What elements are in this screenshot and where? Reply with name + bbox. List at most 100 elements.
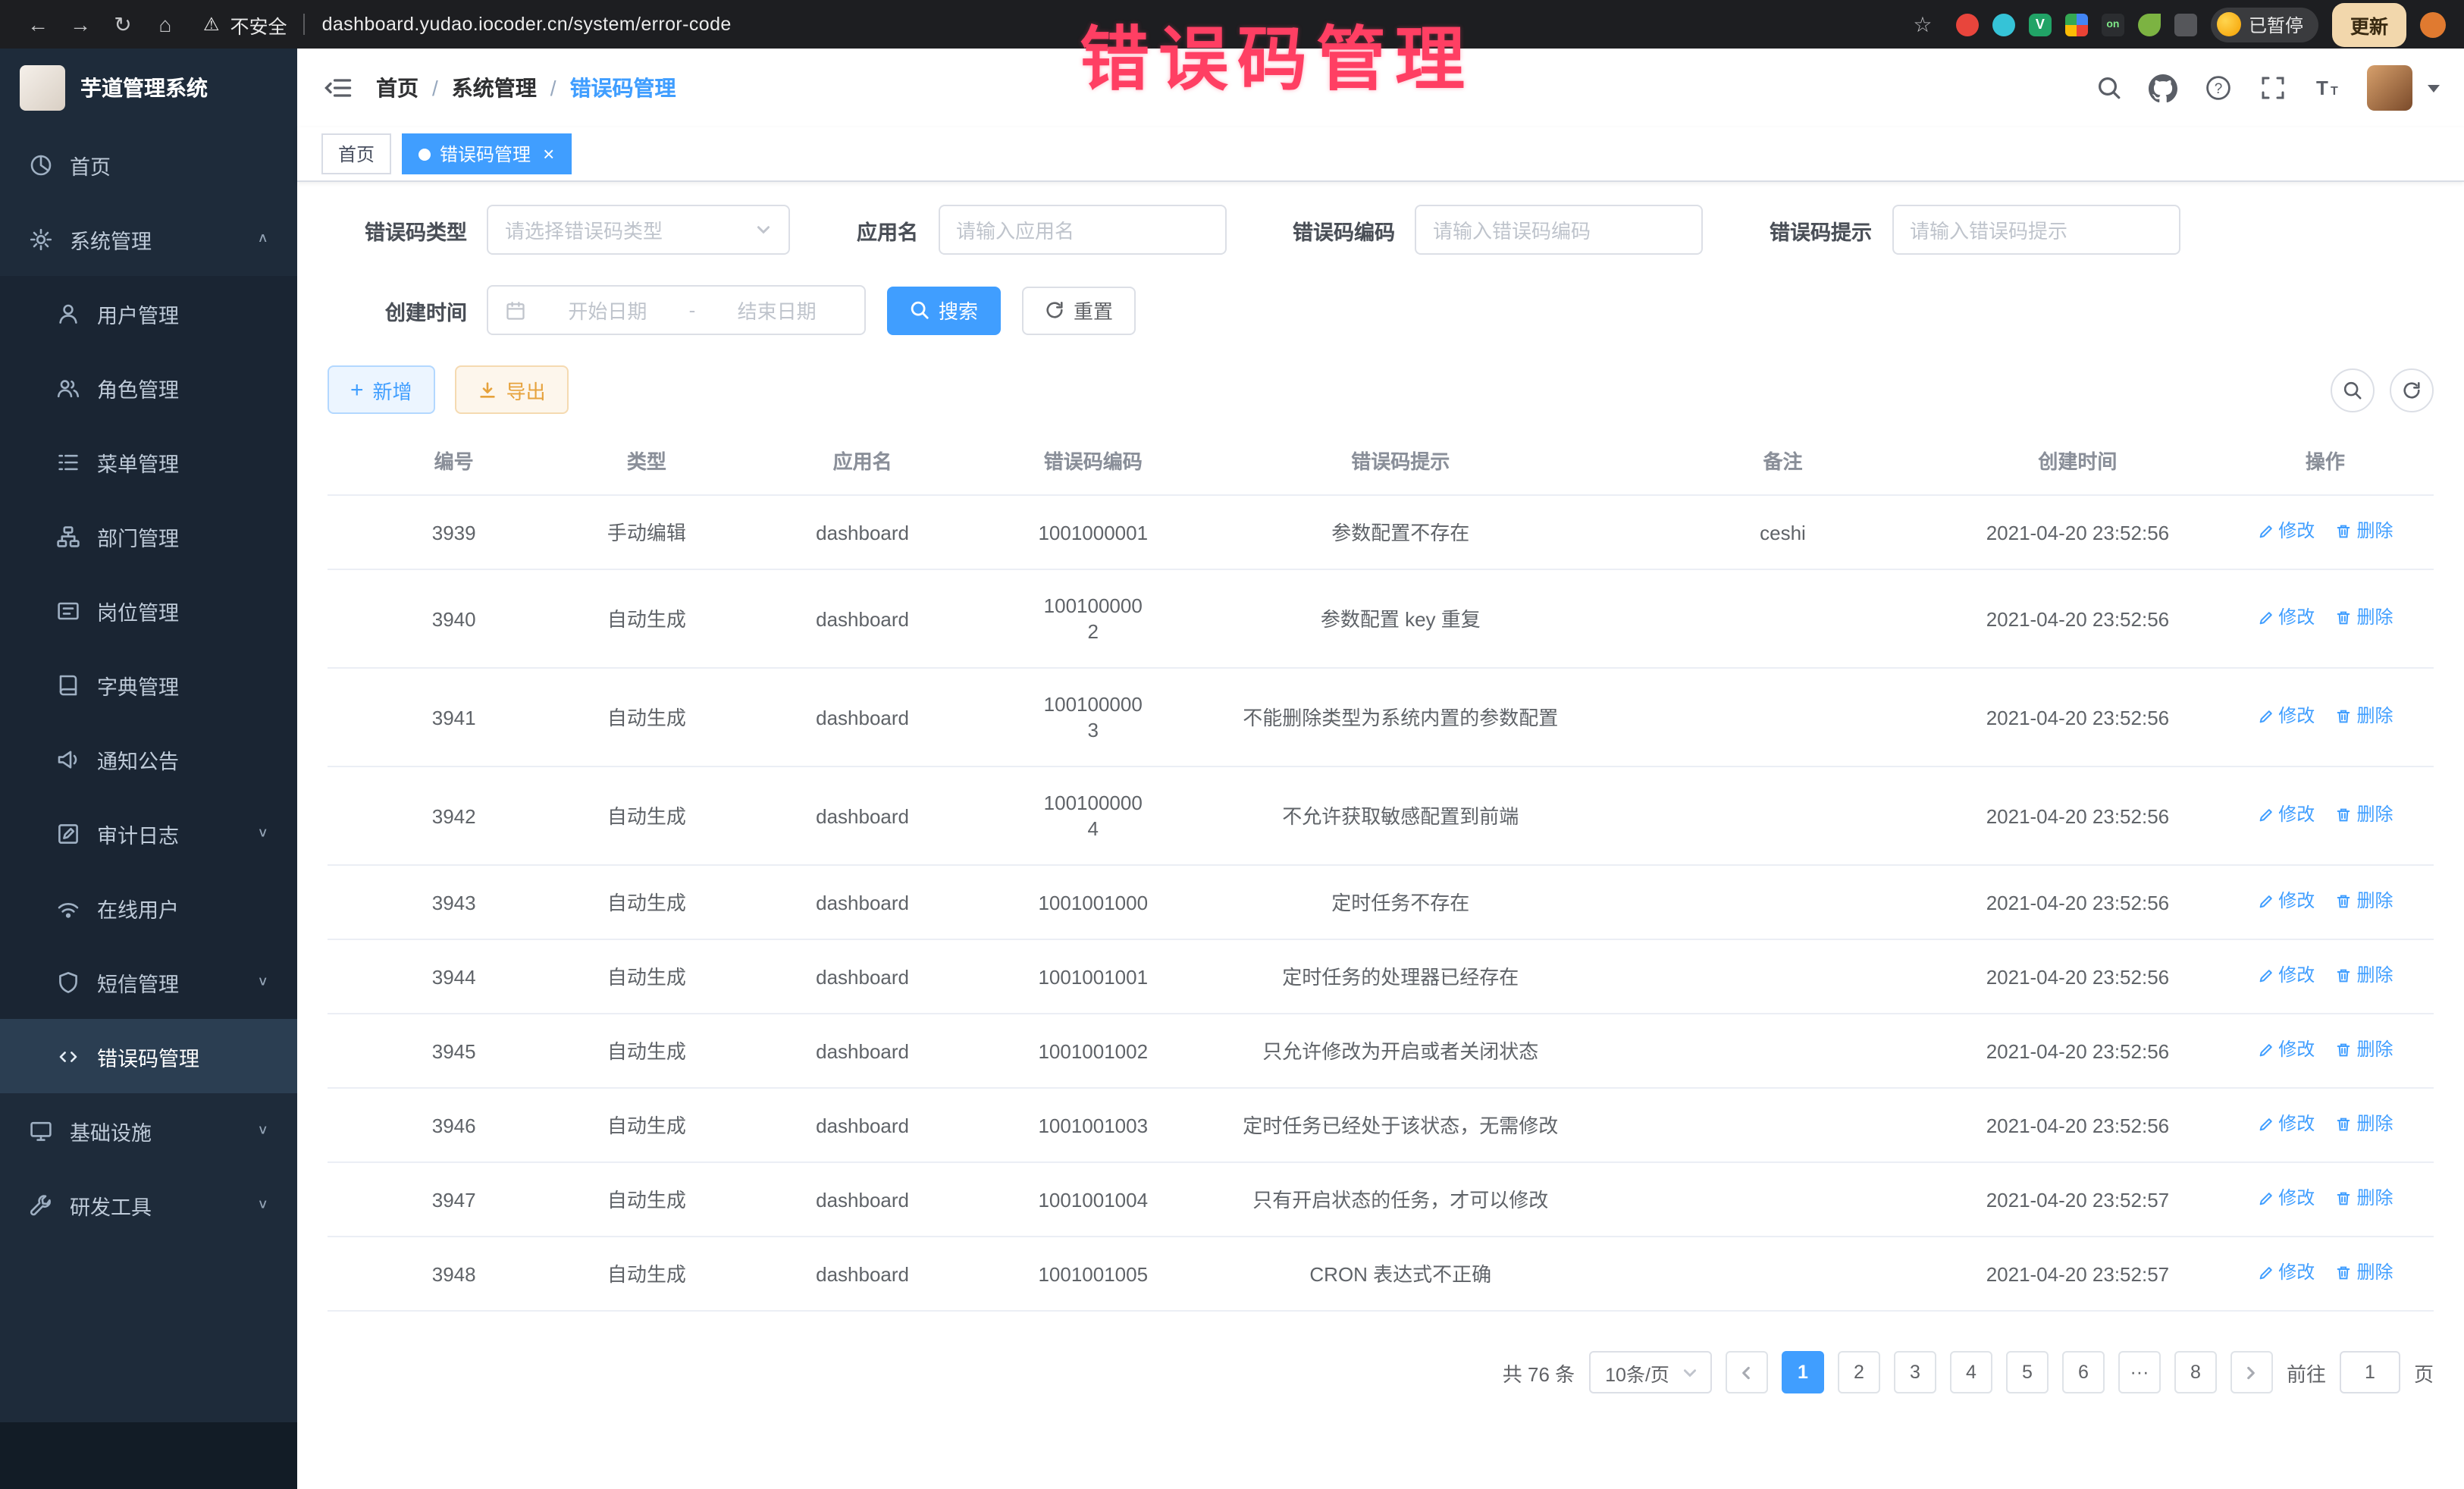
- delete-link[interactable]: 删除: [2336, 802, 2393, 828]
- paused-badge[interactable]: 已暂停: [2211, 7, 2318, 42]
- browser-profile-avatar[interactable]: [2420, 11, 2446, 37]
- edit-link[interactable]: 修改: [2257, 519, 2315, 544]
- tab[interactable]: 首页 ×: [321, 133, 391, 174]
- edit-link[interactable]: 修改: [2257, 802, 2315, 828]
- extension-icon-2[interactable]: [1992, 13, 2015, 36]
- extension-icon-1[interactable]: [1956, 13, 1979, 36]
- breadcrumb-item[interactable]: 错误码管理: [537, 73, 676, 103]
- delete-link[interactable]: 删除: [2336, 1260, 2393, 1286]
- table-header-cell: 创建时间: [1939, 426, 2217, 495]
- edit-link[interactable]: 修改: [2257, 889, 2315, 914]
- search-button[interactable]: 搜索: [887, 286, 1001, 334]
- sidebar-item[interactable]: 角色管理: [0, 350, 297, 425]
- reset-button[interactable]: 重置: [1022, 286, 1136, 334]
- fullscreen-icon[interactable]: [2258, 74, 2287, 102]
- edit-link[interactable]: 修改: [2257, 704, 2315, 729]
- page-button[interactable]: 8: [2174, 1351, 2217, 1393]
- sidebar-item[interactable]: 首页: [0, 127, 297, 202]
- back-icon[interactable]: ←: [18, 5, 58, 44]
- sidebar-item[interactable]: 菜单管理: [0, 425, 297, 499]
- sidebar-item[interactable]: 在线用户: [0, 870, 297, 945]
- delete-link[interactable]: 删除: [2336, 605, 2393, 631]
- breadcrumb-item[interactable]: 系统管理: [419, 73, 537, 103]
- table-refresh-button[interactable]: [2390, 368, 2434, 412]
- delete-link[interactable]: 删除: [2336, 519, 2393, 544]
- delete-link[interactable]: 删除: [2336, 889, 2393, 914]
- reset-button-label: 重置: [1074, 296, 1113, 324]
- page-button[interactable]: 1: [1782, 1351, 1824, 1393]
- page-button[interactable]: 6: [2062, 1351, 2105, 1393]
- delete-link[interactable]: 删除: [2336, 963, 2393, 989]
- cell-actions: 修改 删除: [2217, 939, 2434, 1014]
- chevron-down-icon: [1682, 1364, 1698, 1381]
- cell-app-name: dashboard: [713, 1237, 1011, 1311]
- delete-link[interactable]: 删除: [2336, 1037, 2393, 1063]
- cell-actions: 修改 删除: [2217, 1162, 2434, 1237]
- sidebar-item[interactable]: 部门管理: [0, 499, 297, 573]
- page-size-select[interactable]: 10条/页: [1588, 1351, 1712, 1393]
- edit-link[interactable]: 修改: [2257, 1186, 2315, 1212]
- fontsize-icon[interactable]: TT: [2312, 74, 2341, 102]
- edit-link[interactable]: 修改: [2257, 1037, 2315, 1063]
- app-name-input[interactable]: 请输入应用名: [938, 205, 1226, 255]
- next-page-button[interactable]: [2230, 1351, 2273, 1393]
- breadcrumb-item[interactable]: 首页: [376, 73, 419, 103]
- url-text: dashboard.yudao.iocoder.cn/system/error-…: [322, 14, 732, 35]
- sidebar-item[interactable]: 研发工具 ∨: [0, 1168, 297, 1242]
- goto-page-input[interactable]: 1: [2340, 1351, 2400, 1393]
- sidebar-item[interactable]: 错误码管理: [0, 1019, 297, 1093]
- edit-link[interactable]: 修改: [2257, 605, 2315, 631]
- export-button[interactable]: 导出: [455, 365, 569, 414]
- extension-icon-6[interactable]: [2138, 13, 2161, 36]
- error-code-type-select[interactable]: 请选择错误码类型: [487, 205, 790, 255]
- sidebar-item[interactable]: 短信管理 ∨: [0, 945, 297, 1019]
- sidebar-item[interactable]: 岗位管理: [0, 573, 297, 647]
- error-message-input[interactable]: 请输入错误码提示: [1892, 205, 2180, 255]
- sidebar-collapse-bar[interactable]: [0, 1422, 297, 1489]
- add-button[interactable]: + 新增: [328, 365, 435, 414]
- sidebar-item[interactable]: 通知公告: [0, 722, 297, 796]
- table-search-toggle-button[interactable]: [2331, 368, 2375, 412]
- edit-link[interactable]: 修改: [2257, 1260, 2315, 1286]
- sidebar-item[interactable]: 系统管理 ∧: [0, 202, 297, 276]
- forward-icon[interactable]: →: [61, 5, 100, 44]
- search-icon[interactable]: [2094, 74, 2123, 102]
- extension-icon-4[interactable]: [2065, 13, 2088, 36]
- edit-link[interactable]: 修改: [2257, 1111, 2315, 1137]
- extension-icon-7[interactable]: [2174, 13, 2197, 36]
- caret-down-icon[interactable]: [2428, 84, 2440, 92]
- github-icon[interactable]: [2149, 74, 2177, 102]
- page-button[interactable]: 5: [2006, 1351, 2049, 1393]
- home-icon[interactable]: ⌂: [146, 5, 185, 44]
- tab[interactable]: 错误码管理 ×: [402, 133, 571, 174]
- extension-icon-5[interactable]: on: [2102, 13, 2124, 36]
- page-button[interactable]: 2: [1838, 1351, 1880, 1393]
- page-button[interactable]: 4: [1950, 1351, 1992, 1393]
- delete-link[interactable]: 删除: [2336, 704, 2393, 729]
- prev-page-button[interactable]: [1726, 1351, 1768, 1393]
- error-code-input[interactable]: 请输入错误码编码: [1415, 205, 1703, 255]
- bookmark-star-icon[interactable]: ☆: [1903, 5, 1942, 44]
- page-button[interactable]: 3: [1894, 1351, 1936, 1393]
- cell-id: 3945: [328, 1014, 580, 1088]
- address-bar[interactable]: ⚠ 不安全 dashboard.yudao.iocoder.cn/system/…: [203, 10, 732, 39]
- delete-link[interactable]: 删除: [2336, 1186, 2393, 1212]
- user-avatar[interactable]: [2367, 65, 2412, 111]
- cell-id: 3947: [328, 1162, 580, 1237]
- update-button[interactable]: 更新: [2332, 2, 2406, 46]
- extension-icon-3[interactable]: V: [2029, 13, 2052, 36]
- sidebar: 芋道管理系统 首页 系统管理 ∧ 用户管理: [0, 49, 297, 1489]
- create-time-range-picker[interactable]: 开始日期 - 结束日期: [487, 285, 866, 335]
- sidebar-item[interactable]: 字典管理: [0, 647, 297, 722]
- help-icon[interactable]: ?: [2203, 74, 2232, 102]
- edit-link[interactable]: 修改: [2257, 963, 2315, 989]
- app-logo[interactable]: 芋道管理系统: [0, 49, 297, 127]
- menu-fold-icon[interactable]: [321, 71, 355, 105]
- delete-link[interactable]: 删除: [2336, 1111, 2393, 1137]
- sidebar-item[interactable]: 审计日志 ∨: [0, 796, 297, 870]
- sidebar-item[interactable]: 用户管理: [0, 276, 297, 350]
- page-button[interactable]: ···: [2118, 1351, 2161, 1393]
- sidebar-item[interactable]: 基础设施 ∨: [0, 1093, 297, 1168]
- reload-icon[interactable]: ↻: [103, 5, 143, 44]
- close-icon[interactable]: ×: [543, 144, 554, 164]
